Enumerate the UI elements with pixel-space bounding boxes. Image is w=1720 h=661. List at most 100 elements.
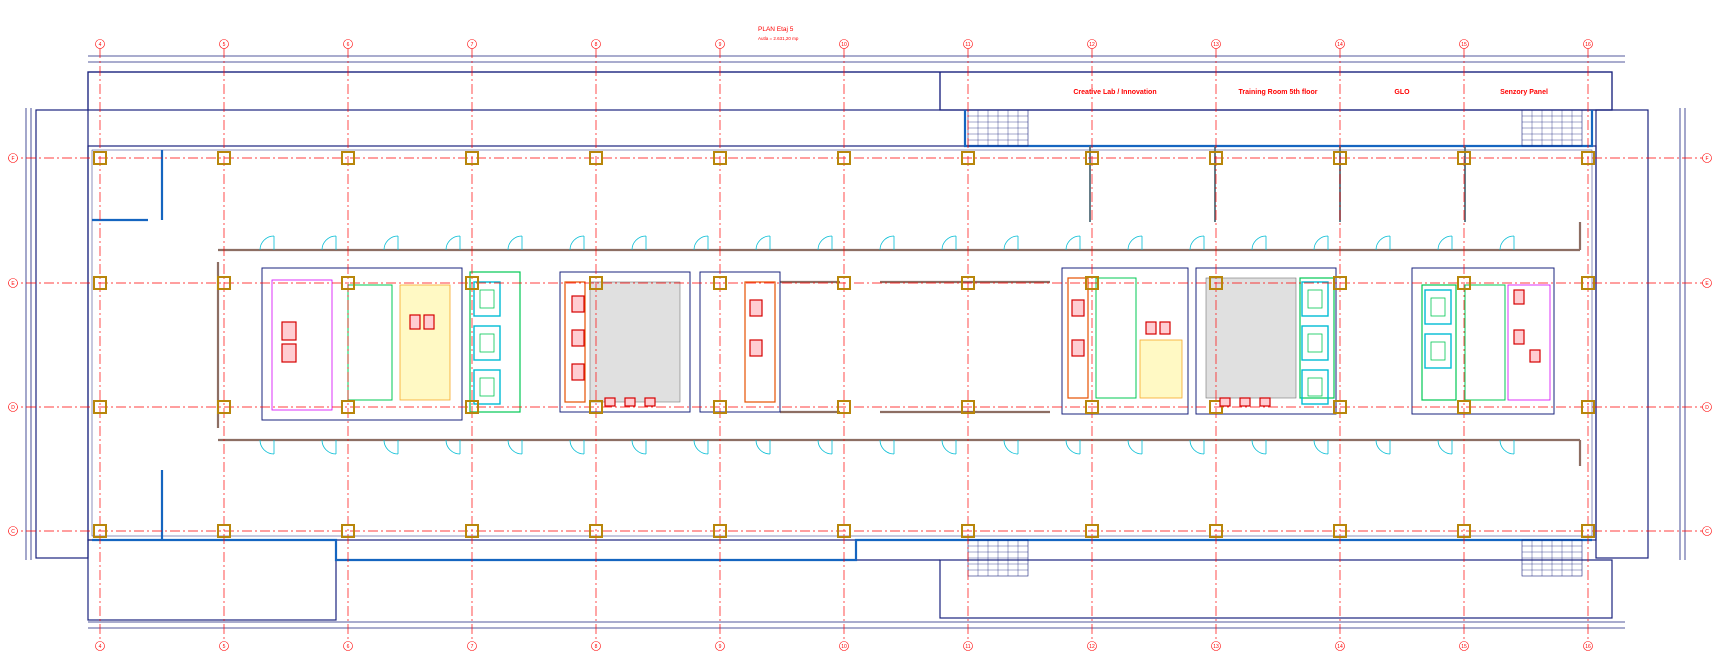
axis-label-5: 5	[223, 42, 226, 48]
door-swing	[693, 439, 709, 455]
room-label-senzory-panel: Senzory Panel	[1500, 89, 1548, 96]
axis-label-7: 7	[471, 644, 474, 650]
fixture	[1529, 349, 1541, 363]
room-labels: Creative Lab / Innovation Training Room …	[1073, 89, 1548, 96]
elevator-cab	[1430, 297, 1446, 317]
axis-label-F: F	[1705, 156, 1708, 162]
plan-subtitle: Autla = 2.631,20 mp	[758, 36, 799, 41]
axis-label-8: 8	[595, 644, 598, 650]
axis-label-8: 8	[595, 42, 598, 48]
elevator-cab	[1307, 289, 1323, 309]
fixture	[1219, 397, 1231, 407]
elevator-cab	[1307, 333, 1323, 353]
axis-label-11: 11	[965, 644, 970, 650]
fixture	[749, 339, 763, 357]
fixture	[1513, 289, 1525, 305]
door-swing	[941, 235, 957, 251]
door-swing	[1065, 439, 1081, 455]
door-swing	[879, 235, 895, 251]
fixture	[281, 343, 297, 363]
elevator-cab	[479, 377, 495, 397]
door-swing	[755, 235, 771, 251]
door-swing	[1251, 439, 1267, 455]
fixture	[1513, 329, 1525, 345]
axis-label-9: 9	[719, 42, 722, 48]
door-swing	[1313, 235, 1329, 251]
door-swing	[507, 439, 523, 455]
axis-label-14: 14	[1337, 644, 1343, 650]
axis-label-15: 15	[1461, 644, 1467, 650]
door-swing	[1189, 439, 1205, 455]
door-swing	[1499, 439, 1515, 455]
fixture	[281, 321, 297, 341]
elevator-car	[1424, 333, 1452, 369]
axis-label-5: 5	[223, 644, 226, 650]
door-swing	[383, 439, 399, 455]
room-label-glo: GLO	[1394, 89, 1410, 96]
axis-label-10: 10	[841, 42, 847, 48]
axis-label-12: 12	[1089, 42, 1095, 48]
door-swing	[259, 235, 275, 251]
door-swing	[1437, 439, 1453, 455]
fixture	[1145, 321, 1157, 335]
fixture	[604, 397, 616, 407]
door-swing	[1065, 235, 1081, 251]
door-swing	[1127, 235, 1143, 251]
fixture	[644, 397, 656, 407]
door-swing	[321, 439, 337, 455]
door-swing	[1313, 439, 1329, 455]
door-swing	[1251, 235, 1267, 251]
axis-label-7: 7	[471, 42, 474, 48]
door-swing	[445, 235, 461, 251]
axis-label-6: 6	[347, 42, 350, 48]
elevator-cab	[479, 289, 495, 309]
axis-label-4: 4	[99, 42, 102, 48]
axis-label-4: 4	[99, 644, 102, 650]
door-swing	[879, 439, 895, 455]
door-swing	[817, 235, 833, 251]
fixture	[1259, 397, 1271, 407]
sanitary-fixtures	[281, 289, 1541, 407]
axis-label-13: 13	[1213, 42, 1219, 48]
door-swing	[1437, 235, 1453, 251]
door-swing	[259, 439, 275, 455]
door-swing	[941, 439, 957, 455]
door-swing	[755, 439, 771, 455]
elevator-car	[1301, 325, 1329, 361]
door-swing	[1127, 439, 1143, 455]
door-swing	[1003, 235, 1019, 251]
floor-plan-drawing: PLAN Etaj 5 Autla = 2.631,20 mp 44556677…	[8, 26, 1712, 651]
fixture	[1071, 299, 1085, 317]
room-label-training-room: Training Room 5th floor	[1239, 89, 1318, 96]
fixture	[624, 397, 636, 407]
axis-label-D: D	[1705, 405, 1709, 411]
door-swing	[569, 235, 585, 251]
fixture	[749, 299, 763, 317]
fixture	[571, 329, 585, 347]
floor-plan: PLAN Etaj 5 Autla = 2.631,20 mp 4 4 5 5 …	[0, 0, 1720, 661]
fixture	[423, 314, 435, 330]
elevator-cab	[1430, 341, 1446, 361]
elevator-car	[473, 369, 501, 405]
room-partitions	[1089, 146, 1466, 222]
axis-label-12: 12	[1089, 644, 1095, 650]
fixture	[1071, 339, 1085, 357]
axis-label-C: C	[1705, 529, 1709, 535]
elevator-car	[1301, 281, 1329, 317]
axis-label-11: 11	[965, 42, 970, 48]
door-swing	[507, 235, 523, 251]
axis-label-C: C	[11, 529, 15, 535]
door-swing	[1003, 439, 1019, 455]
axis-label-9: 9	[719, 644, 722, 650]
plan-title: PLAN Etaj 5	[758, 26, 794, 33]
elevator-car	[1301, 369, 1329, 405]
door-swing	[817, 439, 833, 455]
axis-label-15: 15	[1461, 42, 1467, 48]
fixture	[409, 314, 421, 330]
axis-label-F: F	[11, 156, 14, 162]
fixture	[1159, 321, 1171, 335]
door-swing	[693, 235, 709, 251]
door-swing	[631, 439, 647, 455]
fixture	[1239, 397, 1251, 407]
elevator-car	[1424, 289, 1452, 325]
